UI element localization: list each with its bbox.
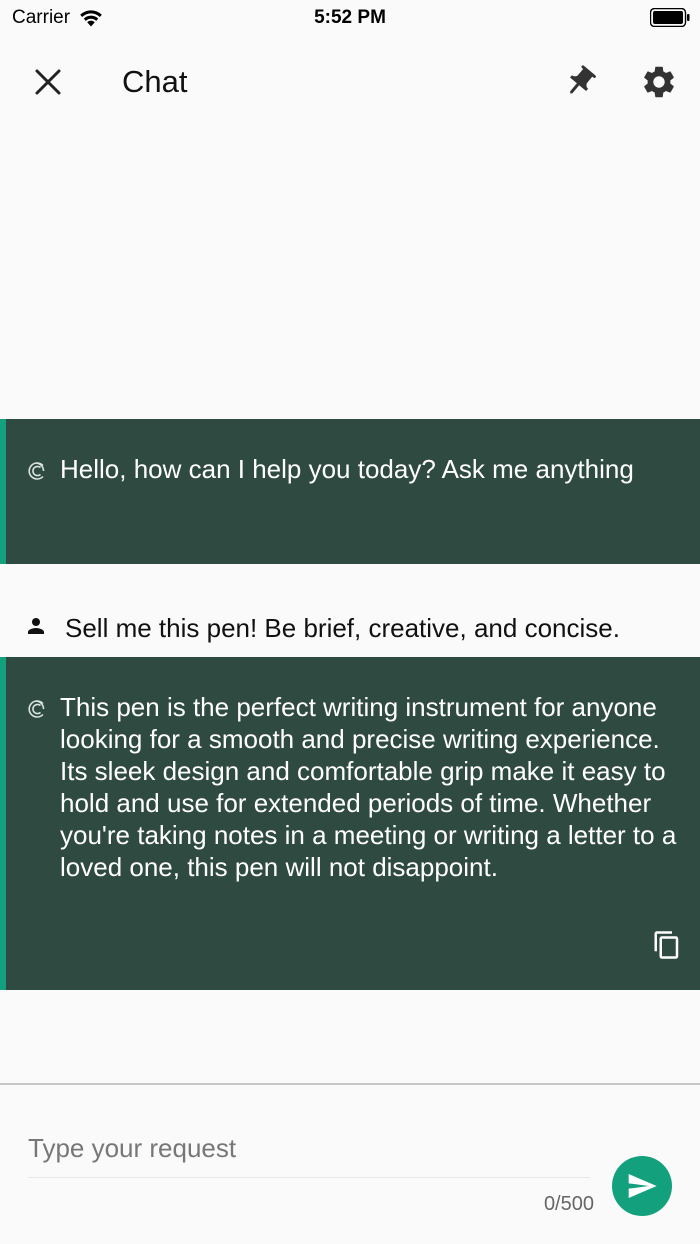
gear-icon [644, 66, 674, 98]
send-icon [628, 1174, 657, 1198]
battery-icon [650, 8, 690, 27]
user-message: Sell me this pen! Be brief, creative, an… [0, 600, 700, 657]
bot-message: Hello, how can I help you today? Ask me … [0, 419, 700, 564]
app-bar: Chat [0, 46, 700, 118]
chatgpt-logo-icon [28, 700, 45, 718]
pin-icon [570, 65, 596, 94]
message-text: Hello, how can I help you today? Ask me … [60, 454, 634, 484]
copy-icon[interactable] [652, 930, 682, 960]
pin-button[interactable] [556, 58, 604, 106]
message-text: Sell me this pen! Be brief, creative, an… [65, 613, 620, 643]
character-counter: 0/500 [543, 1193, 594, 1215]
status-bar: Carrier 5:52 PM [0, 0, 700, 36]
request-input[interactable] [28, 1124, 590, 1172]
settings-button[interactable] [635, 58, 683, 106]
chat-screen: Carrier 5:52 PM Chat Hello, how can I he… [0, 0, 700, 1244]
input-underline [28, 1177, 590, 1178]
status-time: 5:52 PM [314, 7, 386, 28]
page-title: Chat [122, 64, 188, 99]
close-icon [35, 69, 61, 95]
close-button[interactable] [24, 58, 72, 106]
person-icon [28, 618, 44, 634]
bot-message: This pen is the perfect writing instrume… [0, 657, 700, 990]
message-text: This pen is the perfect writing instrume… [60, 692, 677, 882]
input-divider [0, 1083, 700, 1085]
chatgpt-logo-icon [28, 462, 45, 480]
send-button[interactable] [612, 1156, 672, 1216]
